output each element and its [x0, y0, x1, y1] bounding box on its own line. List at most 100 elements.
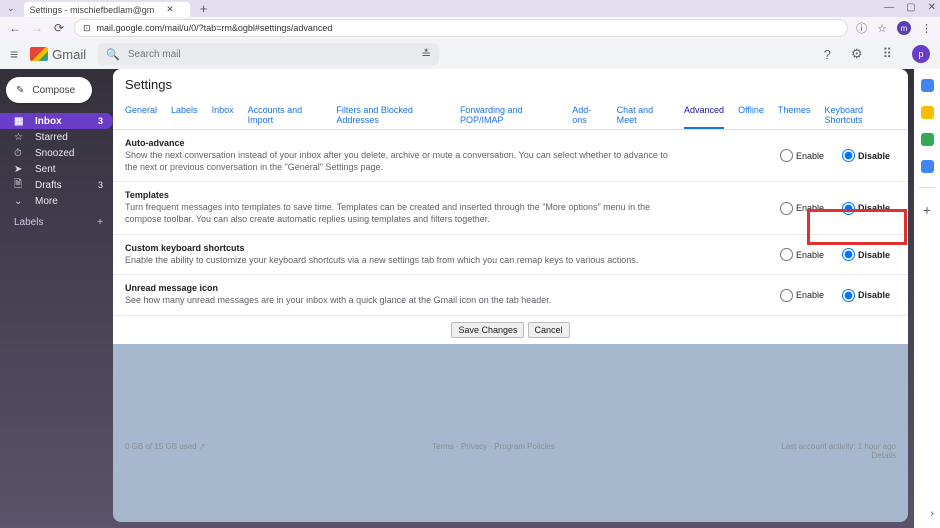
help-icon[interactable]: ?	[824, 47, 831, 62]
tab-general[interactable]: General	[125, 100, 157, 129]
terms-link[interactable]: Terms	[432, 442, 454, 451]
sidebar-item-drafts[interactable]: 🗎Drafts3	[0, 177, 113, 193]
collapse-panel-icon[interactable]: ›	[930, 508, 934, 520]
tab-filters-and-blocked-addresses[interactable]: Filters and Blocked Addresses	[336, 100, 446, 129]
privacy-link[interactable]: Privacy	[461, 442, 487, 451]
disable-option[interactable]: Disable	[842, 202, 890, 215]
enable-radio[interactable]	[780, 149, 793, 162]
storage-link-icon[interactable]: ↗	[199, 442, 206, 451]
settings-tabs: General Labels Inbox Accounts and Import Fil…	[113, 100, 908, 130]
get-addons-button[interactable]: +	[923, 202, 931, 218]
search-bar[interactable]: 🔍 ≛	[98, 43, 439, 65]
sidebar-item-more[interactable]: ⌄More	[0, 193, 113, 209]
setting-description: Turn frequent messages into templates to…	[125, 202, 675, 225]
tab-forwarding-and-pop/imap[interactable]: Forwarding and POP/IMAP	[460, 100, 558, 129]
sidebar-item-label: More	[35, 196, 58, 207]
tab-chat-and-meet[interactable]: Chat and Meet	[617, 100, 670, 129]
url-input[interactable]: ⊡ mail.google.com/mail/u/0/?tab=rm&ogbl#…	[74, 19, 848, 37]
enable-option[interactable]: Enable	[780, 248, 824, 261]
add-label-button[interactable]: +	[97, 217, 103, 228]
cancel-button[interactable]: Cancel	[528, 322, 570, 338]
folder-icon: ▦	[14, 116, 25, 127]
sidebar-item-count: 3	[98, 116, 103, 126]
details-link[interactable]: Details	[872, 451, 896, 460]
compose-label: Compose	[32, 85, 75, 96]
setting-row: Unread message iconSee how many unread m…	[113, 275, 908, 316]
tab-advanced[interactable]: Advanced	[684, 100, 724, 129]
sidebar-item-inbox[interactable]: ▦ Inbox 3	[0, 113, 113, 129]
tab-keyboard-shortcuts[interactable]: Keyboard Shortcuts	[824, 100, 896, 129]
window-maximize-button[interactable]: ▢	[906, 2, 915, 13]
contacts-icon[interactable]	[921, 160, 934, 173]
sidebar-item-label: Snoozed	[35, 148, 74, 159]
sidebar-item-label: Sent	[35, 164, 56, 175]
chrome-menu-icon[interactable]: ⋮	[921, 22, 932, 35]
back-button[interactable]: ←	[8, 21, 22, 35]
gmail-logo-icon	[30, 47, 48, 61]
url-text: mail.google.com/mail/u/0/?tab=rm&ogbl#se…	[97, 23, 333, 33]
search-options-icon[interactable]: ≛	[421, 47, 431, 61]
tab-inbox[interactable]: Inbox	[212, 100, 234, 129]
settings-gear-icon[interactable]: ⚙	[851, 46, 863, 62]
disable-option[interactable]: Disable	[842, 289, 890, 302]
reload-button[interactable]: ⟳	[52, 21, 66, 35]
close-tab-icon[interactable]: ✕	[166, 4, 174, 15]
tasks-icon[interactable]	[921, 133, 934, 146]
keep-icon[interactable]	[921, 106, 934, 119]
window-close-button[interactable]: ✕	[928, 2, 936, 13]
browser-address-bar: ← → ⟳ ⊡ mail.google.com/mail/u/0/?tab=rm…	[0, 17, 940, 39]
setting-description: Enable the ability to customize your key…	[125, 255, 675, 267]
main-menu-icon[interactable]: ≡	[10, 46, 18, 62]
sidebar-item-sent[interactable]: ➤Sent	[0, 161, 113, 177]
star-icon[interactable]: ☆	[877, 22, 887, 35]
tab-add-ons[interactable]: Add-ons	[572, 100, 602, 129]
folder-icon: ☆	[14, 132, 25, 143]
setting-description: See how many unread messages are in your…	[125, 295, 675, 307]
gmail-logo[interactable]: Gmail	[30, 47, 86, 62]
sidebar-item-starred[interactable]: ☆Starred	[0, 129, 113, 145]
labels-heading: Labels	[14, 217, 43, 228]
site-info-icon[interactable]: ⊡	[83, 23, 91, 34]
save-changes-button[interactable]: Save Changes	[451, 322, 524, 338]
setting-title: Auto-advance	[125, 138, 750, 148]
chrome-profile-avatar[interactable]: m	[897, 21, 911, 35]
apps-grid-icon[interactable]: ⠿	[882, 46, 892, 62]
tab-offline[interactable]: Offline	[738, 100, 764, 129]
page-title: Settings	[113, 69, 908, 100]
window-minimize-button[interactable]: —	[884, 2, 894, 13]
forward-button[interactable]: →	[30, 21, 44, 35]
search-icon: 🔍	[106, 48, 120, 61]
sidebar-item-snoozed[interactable]: ⏱Snoozed	[0, 145, 113, 161]
account-avatar[interactable]: p	[912, 45, 930, 63]
disable-option[interactable]: Disable	[842, 248, 890, 261]
tab-dropdown-icon[interactable]: ⌄	[4, 3, 18, 14]
setting-title: Templates	[125, 190, 750, 200]
setting-description: Show the next conversation instead of yo…	[125, 150, 675, 173]
enable-radio[interactable]	[780, 202, 793, 215]
enable-option[interactable]: Enable	[780, 149, 824, 162]
sidebar-item-label: Drafts	[35, 180, 62, 191]
calendar-icon[interactable]	[921, 79, 934, 92]
gmail-logo-text: Gmail	[52, 47, 86, 62]
disable-radio[interactable]	[842, 248, 855, 261]
tab-accounts-and-import[interactable]: Accounts and Import	[248, 100, 323, 129]
enable-radio[interactable]	[780, 248, 793, 261]
enable-option[interactable]: Enable	[780, 289, 824, 302]
search-input[interactable]	[126, 48, 421, 61]
info-icon[interactable]: ⓘ	[856, 20, 867, 36]
browser-tab[interactable]: Settings - mischiefbedlam@gm ✕	[24, 2, 190, 17]
tab-labels[interactable]: Labels	[171, 100, 198, 129]
tab-themes[interactable]: Themes	[778, 100, 811, 129]
enable-radio[interactable]	[780, 289, 793, 302]
disable-radio[interactable]	[842, 149, 855, 162]
disable-option[interactable]: Disable	[842, 149, 890, 162]
new-tab-button[interactable]: +	[200, 1, 208, 16]
compose-button[interactable]: ✎ Compose	[6, 77, 92, 103]
activity-text: Last account activity: 1 hour ago	[781, 442, 896, 451]
sidebar-item-label: Inbox	[35, 116, 62, 127]
disable-radio[interactable]	[842, 289, 855, 302]
policies-link[interactable]: Program Policies	[494, 442, 554, 451]
disable-radio[interactable]	[842, 202, 855, 215]
browser-tab-bar: ⌄ Settings - mischiefbedlam@gm ✕ + — ▢ ✕	[0, 0, 940, 17]
enable-option[interactable]: Enable	[780, 202, 824, 215]
